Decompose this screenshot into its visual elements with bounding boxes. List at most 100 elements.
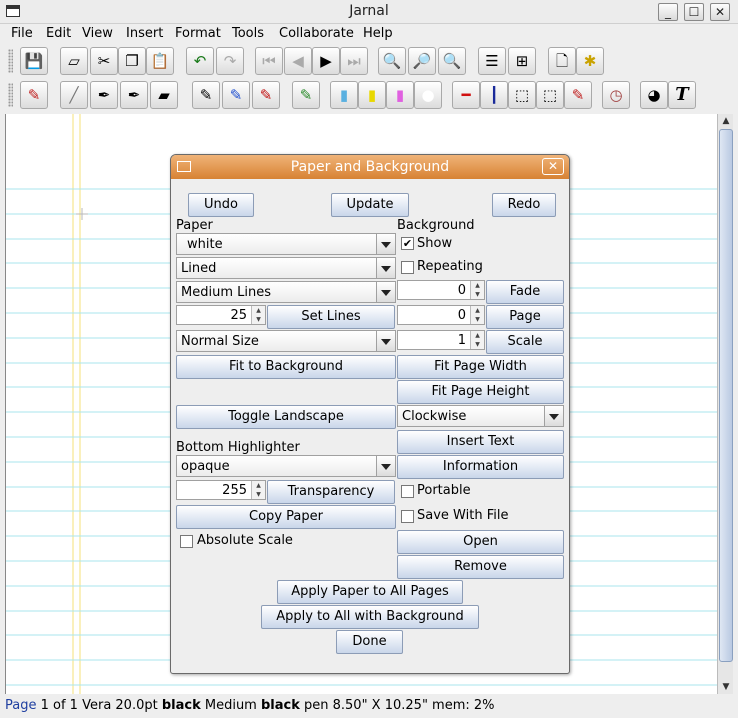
cut-icon[interactable]: ✂ — [90, 47, 118, 75]
red-line-icon[interactable]: ━ — [452, 81, 480, 109]
toggle-landscape-button[interactable]: Toggle Landscape — [176, 405, 396, 429]
stepper-arrows-icon[interactable]: ▲ ▼ — [251, 481, 265, 499]
black-pen-icon[interactable]: ✎ — [192, 81, 220, 109]
open-button[interactable]: Open — [397, 530, 564, 554]
fade-stepper[interactable]: 0 ▲ ▼ — [397, 280, 485, 300]
stepper-arrows-icon[interactable]: ▲ ▼ — [470, 281, 484, 299]
vertical-scrollbar[interactable]: ▲ ▼ — [717, 114, 733, 694]
new-page-icon[interactable]: 🗋 — [548, 47, 576, 75]
toolbar-grip[interactable] — [8, 49, 13, 73]
paper-size-select[interactable]: Normal Size — [176, 330, 396, 352]
menu-collaborate[interactable]: Collaborate — [279, 26, 354, 41]
stepper-arrows-icon[interactable]: ▲ ▼ — [470, 306, 484, 324]
insert-text-button[interactable]: Insert Text — [397, 430, 564, 454]
menu-help[interactable]: Help — [363, 26, 393, 41]
white-icon[interactable]: ● — [414, 81, 442, 109]
menu-format[interactable]: Format — [175, 26, 221, 41]
page-value: 0 — [457, 308, 466, 323]
pen-marker-icon[interactable]: ▰ — [150, 81, 178, 109]
paper-color-select[interactable]: white — [176, 233, 396, 255]
scale-stepper[interactable]: 1 ▲ ▼ — [397, 330, 485, 350]
first-page-icon[interactable]: ⏮ — [255, 47, 283, 75]
remove-button[interactable]: Remove — [397, 555, 564, 579]
apply-all-with-background-button[interactable]: Apply to All with Background — [261, 605, 479, 629]
eraser-icon[interactable]: ▱ — [60, 47, 88, 75]
maximize-button[interactable]: ☐ — [684, 3, 704, 21]
transparency-stepper[interactable]: 255 ▲ ▼ — [176, 480, 266, 500]
scroll-up-icon[interactable]: ▲ — [718, 114, 734, 128]
stepper-arrows-icon[interactable]: ▲ ▼ — [251, 306, 265, 324]
menu-tools[interactable]: Tools — [232, 26, 264, 41]
chevron-down-icon — [376, 456, 395, 476]
new-page-star-icon[interactable]: ✱ — [576, 47, 604, 75]
information-button[interactable]: Information — [397, 455, 564, 479]
redo-icon[interactable]: ↷ — [216, 47, 244, 75]
fade-button[interactable]: Fade — [486, 280, 564, 304]
redo-button[interactable]: Redo — [492, 193, 556, 217]
scale-button[interactable]: Scale — [486, 330, 564, 354]
scrollbar-thumb[interactable] — [719, 129, 733, 662]
highlighter-pink-icon[interactable]: ▮ — [386, 81, 414, 109]
update-button[interactable]: Update — [331, 193, 409, 217]
single-page-view-icon[interactable]: ☰ — [478, 47, 506, 75]
toolbar-grip[interactable] — [8, 83, 13, 107]
apply-paper-all-pages-button[interactable]: Apply Paper to All Pages — [277, 580, 463, 604]
menu-insert[interactable]: Insert — [126, 26, 163, 41]
blue-pen-icon[interactable]: ✎ — [222, 81, 250, 109]
save-icon[interactable]: 💾 — [20, 47, 48, 75]
menu-file[interactable]: File — [11, 26, 33, 41]
set-lines-button[interactable]: Set Lines — [267, 305, 395, 329]
pen-fine-icon[interactable]: ╱ — [60, 81, 88, 109]
fill-icon[interactable]: ◕ — [640, 81, 668, 109]
previous-page-icon[interactable]: ◀ — [284, 47, 312, 75]
multi-page-view-icon[interactable]: ⊞ — [508, 47, 536, 75]
menu-view[interactable]: View — [82, 26, 113, 41]
text-tool-icon[interactable]: T — [668, 81, 696, 109]
select-region-icon[interactable]: ⬚ — [536, 81, 564, 109]
stepper-arrows-icon[interactable]: ▲ ▼ — [470, 331, 484, 349]
portable-checkbox[interactable] — [401, 485, 414, 498]
red-pen-icon[interactable]: ✎ — [252, 81, 280, 109]
pen-thick-icon[interactable]: ✒ — [120, 81, 148, 109]
fit-page-height-button[interactable]: Fit Page Height — [397, 380, 564, 404]
pen-medium-icon[interactable]: ✒ — [90, 81, 118, 109]
repeating-checkbox[interactable] — [401, 261, 414, 274]
pen-color-select-icon[interactable]: ✎ — [292, 81, 320, 109]
eraser-pen-icon[interactable]: ✎ — [564, 81, 592, 109]
select-rect-icon[interactable]: ⬚ — [508, 81, 536, 109]
fit-to-background-button[interactable]: Fit to Background — [176, 355, 396, 379]
page-stepper[interactable]: 0 ▲ ▼ — [397, 305, 485, 325]
highlighter-yellow-icon[interactable]: ▮ — [358, 81, 386, 109]
rotation-select[interactable]: Clockwise — [397, 405, 564, 427]
highlighter-blue-icon[interactable]: ▮ — [330, 81, 358, 109]
transparency-button[interactable]: Transparency — [267, 480, 395, 504]
menu-edit[interactable]: Edit — [46, 26, 71, 41]
next-page-icon[interactable]: ▶ — [312, 47, 340, 75]
zoom-out-icon[interactable]: 🔎 — [408, 47, 436, 75]
undo-button[interactable]: Undo — [188, 193, 254, 217]
done-button[interactable]: Done — [336, 630, 403, 654]
copy-paper-button[interactable]: Copy Paper — [176, 505, 396, 529]
absolute-scale-checkbox[interactable] — [180, 535, 193, 548]
page-button[interactable]: Page — [486, 305, 564, 329]
paper-style-select[interactable]: Lined — [176, 257, 396, 279]
close-button[interactable]: ✕ — [710, 3, 730, 21]
clock-icon[interactable]: ◷ — [602, 81, 630, 109]
scroll-down-icon[interactable]: ▼ — [718, 680, 734, 694]
dialog-close-icon[interactable]: ✕ — [542, 158, 564, 175]
line-spacing-select[interactable]: Medium Lines — [176, 281, 396, 303]
blue-line-icon[interactable]: ┃ — [480, 81, 508, 109]
show-checkbox[interactable]: ✔ — [401, 237, 414, 250]
save-with-file-checkbox[interactable] — [401, 510, 414, 523]
lines-count-stepper[interactable]: 25 ▲ ▼ — [176, 305, 266, 325]
highlighter-mode-select[interactable]: opaque — [176, 455, 396, 477]
pen-colors-icon[interactable]: ✎ — [20, 81, 48, 109]
fit-page-width-button[interactable]: Fit Page Width — [397, 355, 564, 379]
paste-icon[interactable]: 📋 — [146, 47, 174, 75]
undo-icon[interactable]: ↶ — [186, 47, 214, 75]
last-page-icon[interactable]: ⏭ — [340, 47, 368, 75]
copy-icon[interactable]: ❐ — [118, 47, 146, 75]
zoom-in-icon[interactable]: 🔍 — [378, 47, 406, 75]
zoom-fit-icon[interactable]: 🔍 — [438, 47, 466, 75]
minimize-button[interactable]: _ — [658, 3, 678, 21]
